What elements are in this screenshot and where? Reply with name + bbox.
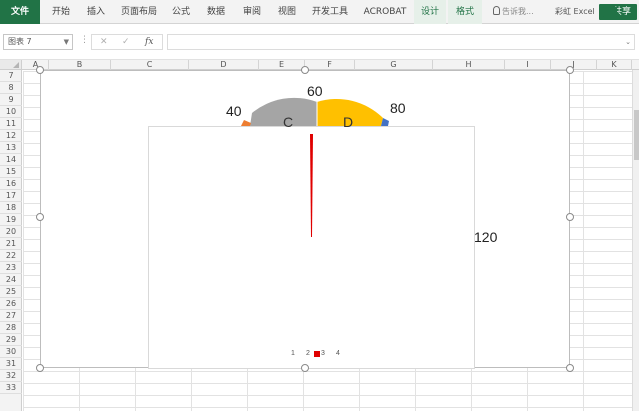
resize-handle-bottom[interactable] xyxy=(301,364,309,372)
segment-label-c: C xyxy=(283,114,294,130)
resize-handle-bottom-left[interactable] xyxy=(36,364,44,372)
gauge-label-120: 120 xyxy=(474,229,498,245)
resize-handle-right[interactable] xyxy=(566,213,574,221)
legend-entry-1[interactable]: 1 xyxy=(291,350,295,357)
resize-handle-left[interactable] xyxy=(36,213,44,221)
resize-handle-top[interactable] xyxy=(301,66,309,74)
resize-handle-bottom-right[interactable] xyxy=(566,364,574,372)
legend-key-red xyxy=(314,351,320,357)
legend-entry-2[interactable]: 2 xyxy=(306,350,310,357)
gauge-label-80: 80 xyxy=(390,100,406,116)
gauge-needle xyxy=(310,134,313,237)
gauge-label-40: 40 xyxy=(226,103,242,119)
segment-label-d: D xyxy=(343,114,354,130)
resize-handle-top-left[interactable] xyxy=(36,66,44,74)
legend-entry-4[interactable]: 4 xyxy=(336,350,340,357)
resize-handle-top-right[interactable] xyxy=(566,66,574,74)
legend-entry-3[interactable]: 3 xyxy=(321,350,325,357)
gauge-label-60: 60 xyxy=(307,83,323,99)
